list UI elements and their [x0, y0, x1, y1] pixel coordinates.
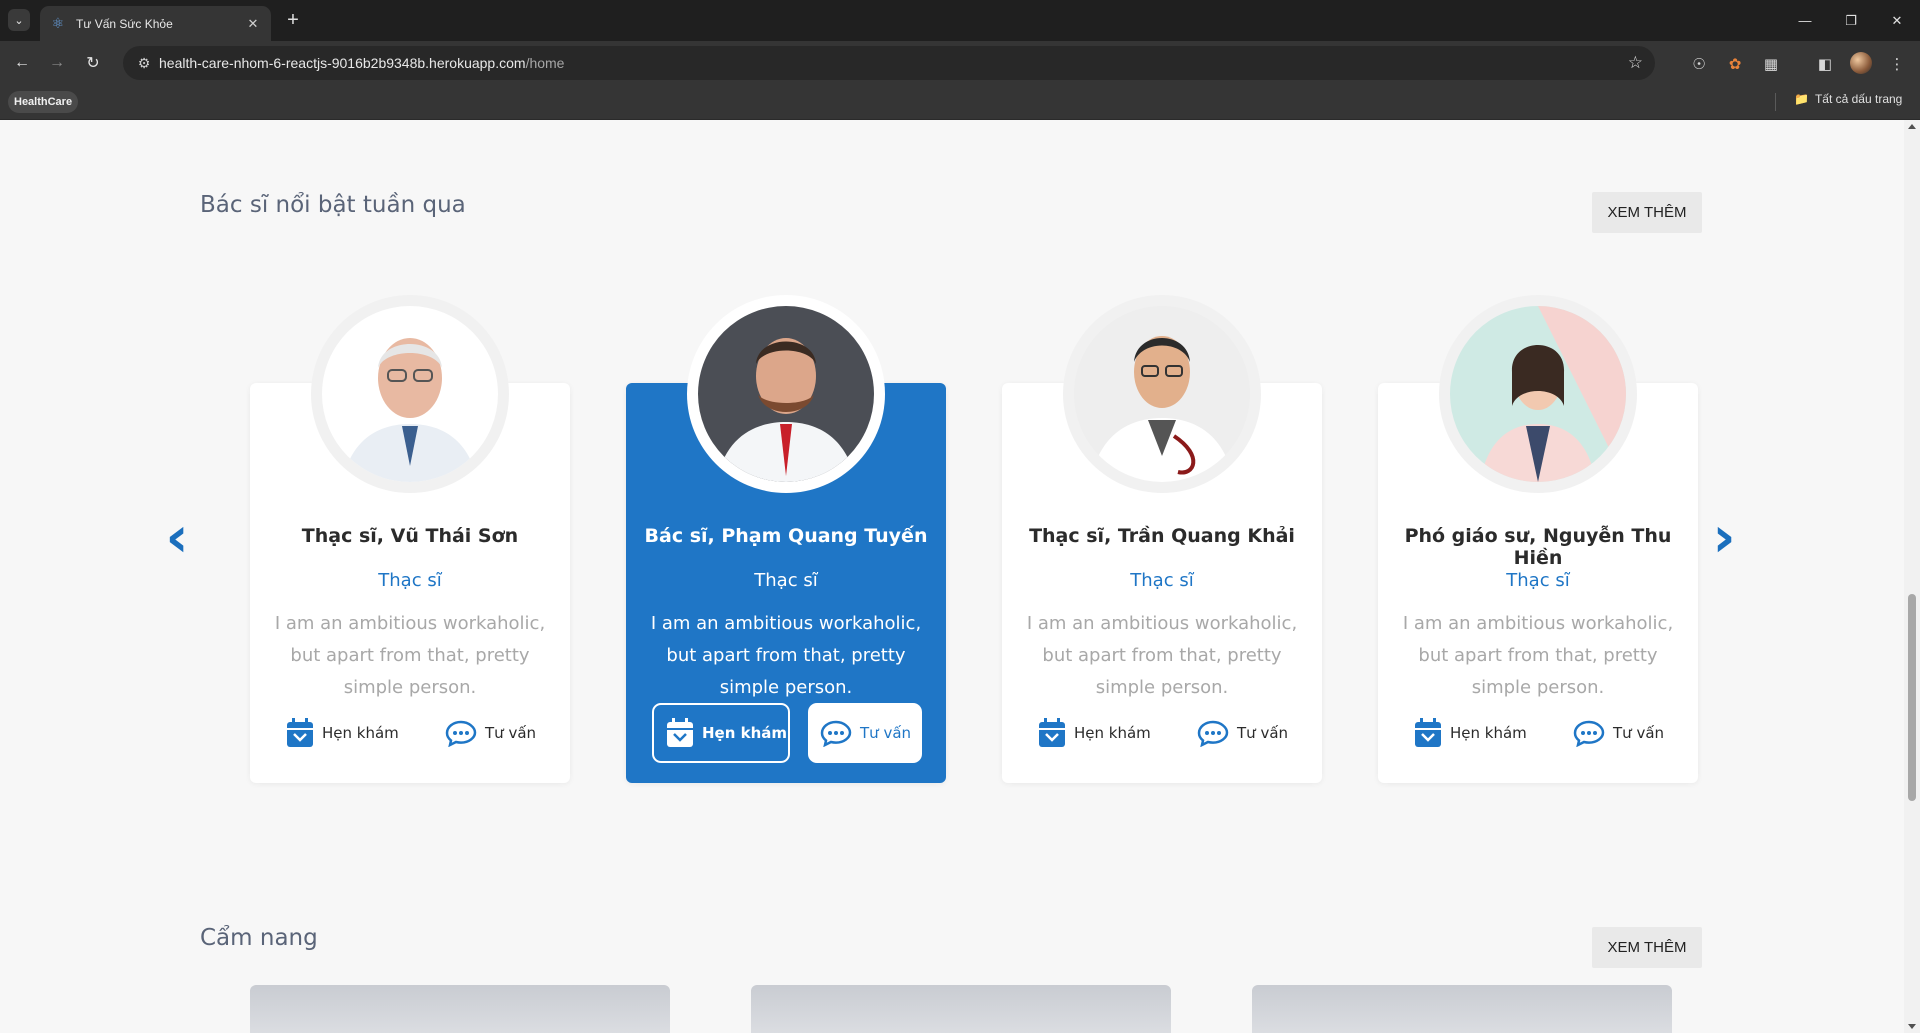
page-viewport: Bác sĩ nổi bật tuần qua XEM THÊM ‹ › Thạ…	[0, 120, 1904, 1033]
doctor-photo	[1074, 306, 1250, 482]
doctor-title: Thạc sĩ	[754, 570, 818, 591]
doctor-actions: Hẹn khám Tư vấn	[1002, 703, 1322, 763]
bookmark-healthcare[interactable]: HealthCare	[8, 91, 79, 113]
handbook-article-card[interactable]	[1252, 985, 1672, 1033]
react-favicon-icon: ⚛	[51, 15, 65, 31]
calendar-icon	[287, 718, 313, 747]
doctor-avatar	[1439, 295, 1637, 495]
doctor-name: Thạc sĩ, Vũ Thái Sơn	[301, 525, 519, 547]
calendar-icon	[1415, 718, 1441, 747]
browser-tabbar: ⌄ ⚛ Tư Vấn Sức Khỏe ✕ + — ❐ ✕	[0, 0, 1920, 41]
doctor-title: Thạc sĩ	[378, 570, 442, 591]
consult-label: Tư vấn	[1613, 724, 1665, 742]
chat-bubble-icon	[820, 720, 852, 747]
handbook-title: Cẩm nang	[200, 925, 318, 951]
doctor-name: Bác sĩ, Phạm Quang Tuyến	[644, 525, 928, 547]
window-controls: — ❐ ✕	[1782, 0, 1920, 41]
doctor-title: Thạc sĩ	[1130, 570, 1194, 591]
book-label: Hẹn khám	[1450, 724, 1527, 742]
bookmark-star-icon[interactable]: ☆	[1628, 53, 1643, 73]
close-tab-icon[interactable]: ✕	[245, 16, 261, 32]
calendar-icon	[667, 718, 693, 747]
consult-label: Tư vấn	[485, 724, 537, 742]
doctor-description: I am an ambitious workaholic, but apart …	[1026, 613, 1298, 698]
consult-button[interactable]: Tư vấn	[1573, 703, 1664, 763]
restore-icon[interactable]: ❐	[1828, 0, 1874, 41]
forward-icon[interactable]: →	[44, 50, 70, 76]
scrollbar-thumb[interactable]	[1908, 594, 1916, 801]
all-bookmarks[interactable]: 📁 Tất cả dấu trang	[1794, 92, 1902, 106]
consult-button[interactable]: Tư vấn	[808, 703, 922, 763]
carousel-next-icon[interactable]: ›	[1709, 505, 1739, 570]
handbook-article-card[interactable]	[250, 985, 670, 1033]
doctor-photo	[698, 306, 874, 482]
profile-avatar[interactable]	[1850, 52, 1872, 74]
calendar-icon	[1039, 718, 1065, 747]
browser-tab[interactable]: ⚛ Tư Vấn Sức Khỏe ✕	[40, 6, 271, 41]
featured-doctors-title: Bác sĩ nổi bật tuần qua	[200, 192, 466, 218]
consult-button[interactable]: Tư vấn	[1197, 703, 1288, 763]
all-bookmarks-label: Tất cả dấu trang	[1814, 92, 1903, 106]
book-label: Hẹn khám	[702, 724, 788, 742]
doctor-photo	[1450, 306, 1626, 482]
book-label: Hẹn khám	[1074, 724, 1151, 742]
doctor-name: Phó giáo sư, Nguyễn Thu Hiền	[1404, 525, 1672, 569]
doctor-actions: Hẹn khám Tư vấn	[626, 703, 946, 763]
doctor-description: I am an ambitious workaholic, but apart …	[1402, 613, 1674, 698]
bookmarks-divider	[1775, 93, 1776, 111]
bookmarks-bar: HealthCare 📁 Tất cả dấu trang	[0, 84, 1920, 120]
scroll-down-arrow-icon[interactable]	[1908, 1024, 1916, 1029]
doctor-description: I am an ambitious workaholic, but apart …	[650, 613, 922, 698]
extension-flower-icon[interactable]: ✿	[1724, 53, 1746, 75]
book-appointment-button[interactable]: Hẹn khám	[1038, 703, 1151, 763]
consult-label: Tư vấn	[1237, 724, 1289, 742]
minimize-icon[interactable]: —	[1782, 0, 1828, 41]
doctor-actions: Hẹn khám Tư vấn	[250, 703, 570, 763]
featured-more-button[interactable]: XEM THÊM	[1592, 192, 1702, 233]
reload-icon[interactable]: ↻	[80, 50, 106, 76]
extension-compass-icon[interactable]: ☉	[1688, 53, 1710, 75]
back-icon[interactable]: ←	[9, 50, 35, 76]
doctor-photo	[322, 306, 498, 482]
site-info-icon[interactable]: ⚙	[129, 55, 159, 72]
tab-title: Tư Vấn Sức Khỏe	[76, 16, 173, 31]
book-label: Hẹn khám	[322, 724, 399, 742]
url-text: health-care-nhom-6-reactjs-9016b2b9348b.…	[159, 55, 565, 71]
book-appointment-button[interactable]: Hẹn khám	[1414, 703, 1527, 763]
book-appointment-button[interactable]: Hẹn khám	[286, 703, 399, 763]
doctor-avatar	[1063, 295, 1261, 495]
address-bar[interactable]: ⚙ health-care-nhom-6-reactjs-9016b2b9348…	[123, 46, 1655, 80]
handbook-more-button[interactable]: XEM THÊM	[1592, 927, 1702, 968]
handbook-article-card[interactable]	[751, 985, 1171, 1033]
menu-kebab-icon[interactable]: ⋮	[1886, 53, 1908, 75]
carousel-prev-icon[interactable]: ‹	[162, 505, 192, 570]
doctor-avatar	[687, 295, 885, 495]
chat-bubble-icon	[1573, 720, 1605, 747]
consult-label: Tư vấn	[860, 724, 912, 742]
side-panel-icon[interactable]: ◧	[1814, 53, 1836, 75]
book-appointment-button[interactable]: Hẹn khám	[652, 703, 790, 763]
doctor-title: Thạc sĩ	[1506, 570, 1570, 591]
consult-button[interactable]: Tư vấn	[445, 703, 536, 763]
chat-bubble-icon	[1197, 720, 1229, 747]
browser-toolbar: ← → ↻ ⚙ health-care-nhom-6-reactjs-9016b…	[0, 41, 1920, 84]
new-tab-icon[interactable]: +	[282, 9, 304, 31]
doctor-name: Thạc sĩ, Trần Quang Khải	[1029, 525, 1295, 547]
chat-bubble-icon	[445, 720, 477, 747]
doctor-description: I am an ambitious workaholic, but apart …	[274, 613, 546, 698]
scroll-up-arrow-icon[interactable]	[1908, 124, 1916, 129]
close-window-icon[interactable]: ✕	[1874, 0, 1920, 41]
tab-search-icon[interactable]: ⌄	[8, 9, 30, 31]
extensions-puzzle-icon[interactable]: ▦	[1760, 53, 1782, 75]
folder-icon: 📁	[1794, 92, 1809, 106]
page-scrollbar[interactable]	[1904, 120, 1920, 1033]
doctor-actions: Hẹn khám Tư vấn	[1378, 703, 1698, 763]
doctor-avatar	[311, 295, 509, 495]
